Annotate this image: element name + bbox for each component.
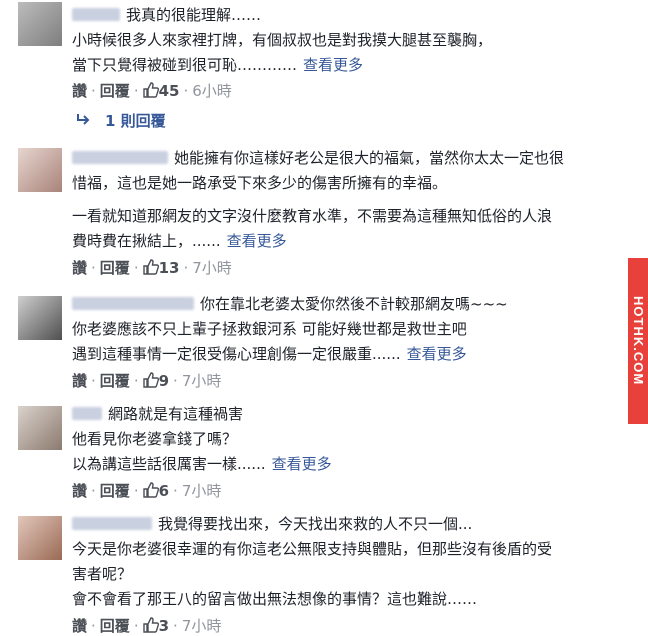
thumbs-up-icon[interactable] <box>142 482 159 500</box>
like-count[interactable]: 3 <box>159 617 169 635</box>
comment-body: 我覺得要找出來，今天找出來救的人不只一個... 今天是你老婆很幸運的有你這老公無… <box>72 512 632 636</box>
comment-actions: 讚 · 回覆 · 13 · 7小時 <box>72 259 232 277</box>
comment-line: 她能擁有你這樣好老公是很大的福氣，當然你太太一定也很 <box>72 146 632 171</box>
comment-line: 我覺得要找出來，今天找出來救的人不只一個... <box>72 512 632 537</box>
comment-text: 我真的很能理解…… <box>126 6 262 24</box>
comment-line: 網路就是有這種禍害 <box>72 402 632 427</box>
comment-text: 以為講這些話很厲害一樣...... <box>72 455 266 473</box>
comment-time[interactable]: 7小時 <box>182 482 222 500</box>
avatar[interactable] <box>18 148 62 192</box>
comment-time[interactable]: 7小時 <box>182 617 222 635</box>
comment-line: 一看就知道那網友的文字沒什麼教育水準，不需要為這種無知低俗的人浪 <box>72 207 553 225</box>
see-more-link[interactable]: 查看更多 <box>303 56 363 74</box>
reply-arrow-icon <box>75 112 91 130</box>
comment-line: 你老婆應該不只上輩子拯救銀河系 可能好幾世都是救世主吧 <box>72 320 467 338</box>
comment-body: 她能擁有你這樣好老公是很大的福氣，當然你太太一定也很 惜福，這也是她一路承受下來… <box>72 146 632 278</box>
comment-line: 以為講這些話很厲害一樣...... 查看更多 <box>72 452 632 477</box>
comment-text: 她能擁有你這樣好老公是很大的福氣，當然你太太一定也很 <box>174 149 565 167</box>
reply-button[interactable]: 回覆 <box>100 482 130 500</box>
reply-button[interactable]: 回覆 <box>100 372 130 390</box>
avatar[interactable] <box>18 406 62 450</box>
comment-body: 網路就是有這種禍害 他看見你老婆拿錢了嗎？ 以為講這些話很厲害一樣...... 查… <box>72 402 632 501</box>
comment-actions: 讚 · 回覆 · 6 · 7小時 <box>72 482 222 500</box>
comment-line: 你在靠北老婆太愛你然後不計較那網友嗎~~~ <box>72 292 632 317</box>
comment-actions: 讚 · 回覆 · 3 · 7小時 <box>72 617 222 635</box>
comment-actions: 讚 · 回覆 · 45 · 6小時 <box>72 82 232 100</box>
author-name[interactable] <box>72 407 102 420</box>
replies-count[interactable]: 1 則回覆 <box>105 112 166 130</box>
avatar[interactable] <box>18 516 62 560</box>
like-count[interactable]: 13 <box>159 259 180 277</box>
comment-text: 費時費在揪結上，...... <box>72 232 221 250</box>
comment-text: 當下只覺得被碰到很可恥………… <box>72 56 298 74</box>
comment-time[interactable]: 7小時 <box>192 259 232 277</box>
avatar[interactable] <box>18 2 62 46</box>
like-button[interactable]: 讚 <box>72 617 87 635</box>
comment-body: 我真的很能理解…… 小時候很多人來家裡打牌，有個叔叔也是對我摸大腿甚至襲胸， 當… <box>72 3 632 101</box>
thumbs-up-icon[interactable] <box>142 617 159 635</box>
comment-line <box>72 196 632 204</box>
like-count[interactable]: 9 <box>159 372 169 390</box>
comment-line: 費時費在揪結上，...... 查看更多 <box>72 229 632 254</box>
comment-text: 你在靠北老婆太愛你然後不計較那網友嗎~~~ <box>200 295 508 313</box>
see-more-link[interactable]: 查看更多 <box>227 232 287 250</box>
view-replies-link[interactable]: 1 則回覆 <box>75 110 166 131</box>
comment-line: 小時候很多人來家裡打牌，有個叔叔也是對我摸大腿甚至襲胸， <box>72 31 493 49</box>
comment-time[interactable]: 7小時 <box>182 372 222 390</box>
comment-line: 當下只覺得被碰到很可恥………… 查看更多 <box>72 53 632 78</box>
comment-line: 我真的很能理解…… <box>72 3 632 28</box>
watermark: HOTHK.COM <box>628 258 648 424</box>
like-button[interactable]: 讚 <box>72 372 87 390</box>
comment-line: 遇到這種事情一定很受傷心理創傷一定很嚴重...... 查看更多 <box>72 342 632 367</box>
author-name[interactable] <box>72 151 168 164</box>
like-button[interactable]: 讚 <box>72 482 87 500</box>
author-name[interactable] <box>72 517 152 530</box>
author-name[interactable] <box>72 297 194 310</box>
thumbs-up-icon[interactable] <box>142 259 159 277</box>
reply-button[interactable]: 回覆 <box>100 82 130 100</box>
comment-text: 網路就是有這種禍害 <box>108 405 244 423</box>
comment-actions: 讚 · 回覆 · 9 · 7小時 <box>72 372 222 390</box>
comment-time[interactable]: 6小時 <box>192 82 232 100</box>
comment-body: 你在靠北老婆太愛你然後不計較那網友嗎~~~ 你老婆應該不只上輩子拯救銀河系 可能… <box>72 292 632 391</box>
comment-text: 我覺得要找出來，今天找出來救的人不只一個... <box>158 515 473 533</box>
like-button[interactable]: 讚 <box>72 259 87 277</box>
avatar[interactable] <box>18 296 62 340</box>
thumbs-up-icon[interactable] <box>142 82 159 100</box>
like-count[interactable]: 45 <box>159 82 180 100</box>
comment-text: 遇到這種事情一定很受傷心理創傷一定很嚴重...... <box>72 345 401 363</box>
comment-line: 會不會看了那王八的留言做出無法想像的事情？這也難說…… <box>72 590 478 608</box>
comment-line: 他看見你老婆拿錢了嗎？ <box>72 430 238 448</box>
thumbs-up-icon[interactable] <box>142 372 159 390</box>
see-more-link[interactable]: 查看更多 <box>407 345 467 363</box>
like-count[interactable]: 6 <box>159 482 169 500</box>
comment-line: 今天是你老婆很幸運的有你這老公無限支持與體貼，但那些沒有後盾的受 <box>72 540 553 558</box>
like-button[interactable]: 讚 <box>72 82 87 100</box>
comment-line: 惜福，這也是她一路承受下來多少的傷害所擁有的幸福。 <box>72 174 448 192</box>
author-name[interactable] <box>72 8 120 21</box>
reply-button[interactable]: 回覆 <box>100 259 130 277</box>
reply-button[interactable]: 回覆 <box>100 617 130 635</box>
see-more-link[interactable]: 查看更多 <box>272 455 332 473</box>
comment-line: 害者呢？ <box>72 565 133 583</box>
